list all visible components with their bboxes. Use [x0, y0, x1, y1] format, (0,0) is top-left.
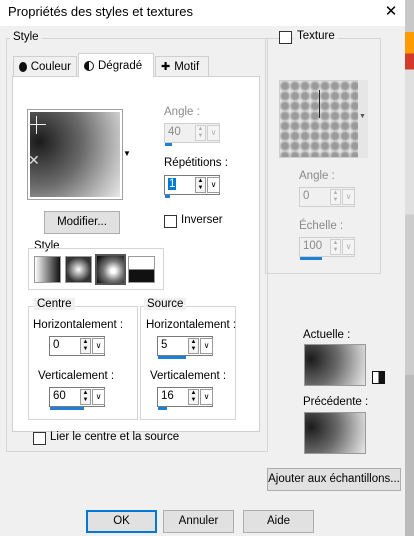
source-horizontal-spinner[interactable]: 5 ▲ ▼ ∨ [157, 336, 213, 359]
help-button[interactable]: Aide [243, 510, 314, 533]
chevron-down-icon[interactable]: ∨ [200, 338, 213, 354]
spin-arrows-icon[interactable]: ▲ ▼ [188, 338, 199, 354]
angle-level-bar [165, 143, 172, 146]
spin-arrows-icon[interactable]: ▲ ▼ [188, 389, 199, 405]
style-group-label: Style [10, 31, 42, 43]
previous-label: Précédente : [303, 396, 369, 408]
texture-checkbox[interactable] [279, 31, 292, 44]
spin-arrows-icon[interactable]: ▲ ▼ [195, 125, 206, 141]
source-x-marker-icon[interactable]: ✕ [28, 153, 40, 167]
centre-vertical-spinner[interactable]: 60 ▲ ▼ ∨ [49, 387, 105, 410]
background-strip [405, 0, 414, 536]
source-horizontal-label: Horizontalement : [146, 319, 237, 331]
spin-arrows-icon[interactable]: ▲ ▼ [80, 389, 91, 405]
chevron-down-icon[interactable]: ∨ [342, 239, 355, 255]
texture-angle-value: 0 [303, 190, 310, 202]
spin-arrows-icon[interactable]: ▲ ▼ [195, 177, 206, 193]
spin-arrows-icon[interactable]: ▲ ▼ [80, 338, 91, 354]
texture-needle-icon [319, 90, 320, 118]
source-vertical-label: Verticalement : [150, 370, 227, 382]
source-group-label: Source [144, 298, 187, 310]
style-linear-button[interactable] [34, 256, 61, 283]
centre-group-label: Centre [34, 298, 75, 310]
invert-label: Inverser [181, 214, 223, 226]
texture-label: Texture [294, 30, 338, 42]
repetitions-level-bar [165, 195, 170, 198]
gradient-dropdown-arrow-icon[interactable]: ▼ [123, 149, 131, 158]
tab-couleur[interactable]: Couleur [13, 56, 77, 77]
invert-checkbox[interactable] [164, 215, 177, 228]
cancel-button[interactable]: Annuler [163, 510, 234, 533]
angle-spinner[interactable]: 40 ▲ ▼ ∨ [164, 123, 220, 146]
swap-swatch-icon[interactable] [372, 371, 385, 384]
close-icon[interactable]: ✕ [380, 2, 402, 22]
source-vertical-level-bar [158, 407, 167, 410]
add-to-swatches-button[interactable]: Ajouter aux échantillons... [267, 468, 401, 491]
gradient-half-circle-icon [84, 60, 94, 71]
style-sunburst-button[interactable] [95, 254, 126, 285]
spin-arrows-icon[interactable]: ▲ ▼ [330, 189, 341, 205]
source-horizontal-level-bar [158, 356, 186, 359]
source-vertical-value: 16 [161, 390, 174, 402]
source-vertical-spinner[interactable]: 16 ▲ ▼ ∨ [157, 387, 213, 410]
chevron-down-icon[interactable]: ∨ [207, 177, 220, 193]
texture-angle-spinner[interactable]: 0 ▲ ▼ ∨ [299, 187, 355, 207]
texture-dropdown-arrow-icon[interactable]: ▼ [359, 113, 366, 120]
tab-degrade[interactable]: Dégradé [78, 53, 154, 77]
current-label: Actuelle : [303, 329, 351, 341]
centre-vertical-level-bar [50, 407, 84, 410]
tab-couleur-label: Couleur [30, 61, 71, 73]
current-swatch[interactable] [304, 344, 366, 386]
repetitions-label: Répétitions : [164, 157, 228, 169]
repetitions-spinner[interactable]: 1 ▲ ▼ ∨ [164, 175, 220, 198]
texture-scale-value: 100 [303, 240, 323, 252]
chevron-down-icon[interactable]: ∨ [92, 389, 105, 405]
centre-horizontal-spinner[interactable]: 0 ▲ ▼ ∨ [49, 336, 105, 356]
tab-motif-label: Motif [174, 61, 200, 73]
color-dot-icon [19, 62, 27, 72]
chevron-down-icon[interactable]: ∨ [207, 125, 220, 141]
previous-swatch[interactable] [304, 412, 366, 454]
ok-button[interactable]: OK [86, 510, 157, 533]
tab-motif[interactable]: ✚ Motif [155, 56, 209, 77]
texture-angle-label: Angle : [299, 170, 335, 182]
angle-value: 40 [168, 126, 181, 138]
link-centre-source-checkbox[interactable] [33, 432, 46, 445]
texture-scale-level-bar [300, 257, 322, 260]
style-rectangular-button[interactable] [65, 256, 92, 283]
spin-arrows-icon[interactable]: ▲ ▼ [330, 239, 341, 255]
pattern-icon: ✚ [161, 61, 171, 73]
centre-vertical-label: Verticalement : [38, 370, 115, 382]
tab-degrade-label: Dégradé [98, 59, 143, 72]
center-crosshair-icon[interactable] [28, 116, 46, 134]
centre-vertical-value: 60 [53, 390, 66, 402]
centre-horizontal-value: 0 [53, 339, 60, 351]
centre-horizontal-label: Horizontalement : [33, 319, 124, 331]
chevron-down-icon[interactable]: ∨ [342, 189, 355, 205]
style-radial-button[interactable] [128, 256, 155, 283]
texture-scale-spinner[interactable]: 100 ▲ ▼ ∨ [299, 237, 355, 260]
window-title: Propriétés des styles et textures [8, 4, 193, 19]
repetitions-value: 1 [168, 178, 177, 190]
source-horizontal-value: 5 [161, 339, 168, 351]
chevron-down-icon[interactable]: ∨ [200, 389, 213, 405]
link-centre-source-label: Lier le centre et la source [50, 431, 180, 443]
texture-scale-label: Échelle : [299, 220, 344, 232]
chevron-down-icon[interactable]: ∨ [92, 338, 105, 354]
edit-gradient-button[interactable]: Modifier... [44, 211, 120, 234]
angle-label: Angle : [164, 106, 200, 118]
